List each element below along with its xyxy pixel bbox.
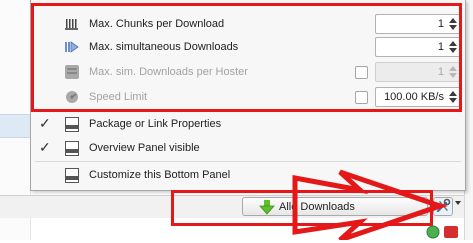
annotation-box (31, 3, 462, 112)
annotation-rect (171, 190, 433, 226)
menu-item-label: Customize this Bottom Panel (89, 169, 231, 181)
panel-icon (65, 117, 79, 132)
checkmark-icon: ✓ (39, 139, 51, 155)
menu-separator (35, 161, 461, 162)
menu-item-package-properties[interactable]: ✓ Package or Link Properties (31, 113, 465, 136)
menu-item-label: Overview Panel visible (89, 142, 200, 154)
menu-item-customize-panel[interactable]: Customize this Bottom Panel (31, 164, 465, 187)
selected-row[interactable] (0, 114, 30, 138)
panel-icon (65, 168, 79, 183)
chevron-down-icon[interactable] (455, 201, 461, 205)
panel-icon (65, 141, 79, 156)
tools-icon (436, 198, 451, 213)
checkmark-icon: ✓ (39, 115, 51, 131)
menu-item-label: Package or Link Properties (89, 118, 222, 130)
bottom-panel-settings-button[interactable] (433, 197, 453, 216)
system-tray (424, 222, 464, 240)
menu-item-overview-panel[interactable]: ✓ Overview Panel visible (31, 137, 465, 160)
tray-icons (426, 225, 458, 239)
